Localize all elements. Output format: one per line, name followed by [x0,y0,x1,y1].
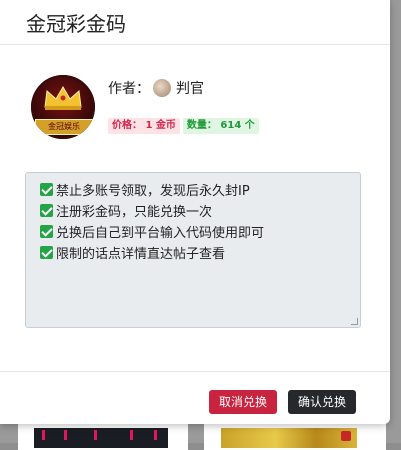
crown-icon [44,86,82,110]
rule-text: 兑换后自己到平台输入代码使用即可 [56,226,265,241]
resize-handle[interactable] [351,318,358,325]
item-logo: 金冠娱乐 [31,75,95,139]
author-label: 作者： [108,81,150,97]
checkmark-icon [40,225,53,238]
modal-title: 金冠彩金码 [26,12,126,36]
checkmark-icon [40,204,53,217]
author-avatar[interactable] [153,79,171,97]
modal-footer: 取消兑换 确认兑换 [0,371,390,425]
cancel-exchange-button[interactable]: 取消兑换 [209,390,278,414]
exchange-modal: 金冠彩金码 金冠娱乐 作者： 判官 价格： 1 金币 数量： 614 个 禁止多… [0,0,390,424]
rule-item: 限制的话点详情直达帖子查看 [40,242,360,263]
rule-item: 兑换后自己到平台输入代码使用即可 [40,221,360,242]
logo-text: 金冠娱乐 [35,119,93,135]
rule-text: 禁止多账号领取，发现后永久封IP [56,184,250,199]
author-row: 作者： 判官 [108,78,204,98]
checkmark-icon [40,246,53,259]
rules-textarea[interactable]: 禁止多账号领取，发现后永久封IP 注册彩金码，只能兑换一次 兑换后自己到平台输入… [25,172,361,328]
rule-text: 注册彩金码，只能兑换一次 [56,205,213,220]
confirm-exchange-button[interactable]: 确认兑换 [288,390,357,414]
modal-header: 金冠彩金码 [0,0,390,45]
background-thumbnail [34,428,168,448]
background-thumbnail [221,428,357,448]
price-badge: 价格： 1 金币 [108,118,180,134]
item-badges: 价格： 1 金币 数量： 614 个 [108,118,259,134]
rule-text: 限制的话点详情直达帖子查看 [56,247,226,262]
author-name[interactable]: 判官 [176,78,204,98]
checkmark-icon [40,183,53,196]
rule-item: 禁止多账号领取，发现后永久封IP [40,179,360,200]
count-badge: 数量： 614 个 [182,118,259,134]
rule-item: 注册彩金码，只能兑换一次 [40,200,360,221]
